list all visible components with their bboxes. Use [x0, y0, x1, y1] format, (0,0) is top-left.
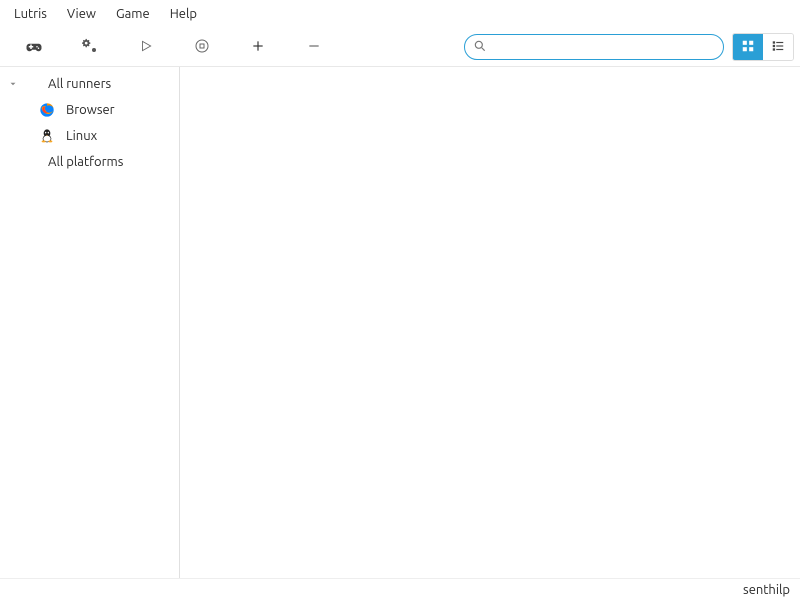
search-icon [473, 39, 487, 56]
sidebar-item-all-platforms[interactable]: All platforms [0, 149, 179, 175]
sidebar-item-label: Browser [64, 103, 115, 117]
grid-icon [741, 39, 755, 56]
settings-button[interactable] [62, 31, 118, 63]
list-view-button[interactable] [763, 34, 793, 60]
plus-icon [251, 39, 265, 56]
games-grid [180, 67, 800, 578]
menubar: Lutris View Game Help [0, 0, 800, 28]
minus-icon [307, 39, 321, 56]
sidebar-item-label: All platforms [46, 155, 123, 169]
gamepad-icon [25, 37, 43, 58]
firefox-icon [38, 101, 56, 119]
view-toggle [732, 33, 794, 61]
statusbar: senthilp [0, 578, 800, 600]
search-input[interactable] [493, 37, 715, 57]
sidebar-item-label: All runners [46, 77, 111, 91]
search-field-wrap [464, 34, 724, 60]
sidebar-item-all-runners[interactable]: All runners [0, 71, 179, 97]
username-label: senthilp [743, 583, 790, 597]
menu-game[interactable]: Game [106, 3, 160, 25]
library-button[interactable] [6, 31, 62, 63]
play-button[interactable] [118, 31, 174, 63]
gears-icon [82, 38, 98, 57]
content-area: All runners Browser Linux All platforms [0, 66, 800, 578]
chevron-down-icon [6, 79, 20, 89]
sidebar-item-label: Linux [64, 129, 97, 143]
stop-icon [194, 38, 210, 57]
menu-lutris[interactable]: Lutris [4, 3, 57, 25]
play-icon [139, 39, 153, 56]
remove-game-button[interactable] [286, 31, 342, 63]
sidebar-item-linux[interactable]: Linux [0, 123, 179, 149]
menu-view[interactable]: View [57, 3, 106, 25]
sidebar: All runners Browser Linux All platforms [0, 67, 180, 578]
tux-icon [38, 127, 56, 145]
menu-help[interactable]: Help [160, 3, 207, 25]
grid-view-button[interactable] [733, 34, 763, 60]
add-game-button[interactable] [230, 31, 286, 63]
list-icon [771, 39, 785, 56]
sidebar-item-browser[interactable]: Browser [0, 97, 179, 123]
toolbar [0, 28, 800, 66]
stop-button[interactable] [174, 31, 230, 63]
